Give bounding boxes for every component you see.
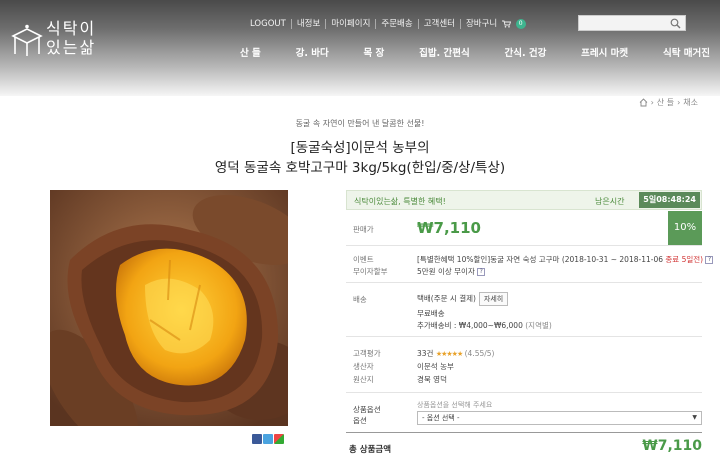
price-row: 판매가 ₩7,110 10% (346, 210, 702, 246)
product-details: 이벤트 [특별한혜택 10%할인]동굴 자연 숙성 고구마 (2018-10-3… (346, 246, 714, 466)
shipping-type: 택배(주문 시 결제) 자세히 (417, 292, 509, 306)
breadcrumb: › 산 들 › 채소 (639, 97, 698, 108)
total-price: ₩7,110 (642, 438, 702, 454)
breadcrumb-subcategory[interactable]: 채소 (683, 97, 698, 108)
breadcrumb-separator: › (650, 98, 654, 107)
event-description: [특별한혜택 10%할인]동굴 자연 숙성 고구마 (2018-10-31 ~ … (417, 255, 663, 264)
google-plus-icon[interactable] (274, 434, 284, 444)
interest-free-value: 5만원 이상 무이자 (417, 267, 475, 276)
orders-link[interactable]: 주문배송 (376, 19, 419, 29)
site-header: 식탁이 있는삶 LOGOUT 내정보 마이페이지 주문배송 고객센터 장바구니 … (0, 0, 720, 96)
option-hint: 상품옵션을 선택해 주세요 (417, 401, 493, 409)
utility-nav: LOGOUT 내정보 마이페이지 주문배송 고객센터 장바구니 0 (250, 17, 531, 31)
sale-price: ₩7,110 (417, 219, 481, 237)
rating-stars: ★★★★★ (435, 350, 463, 358)
twitter-icon[interactable] (263, 434, 273, 444)
promo-text: 식탁이있는삶, 특별한 혜택! (354, 197, 446, 206)
search-input[interactable] (581, 17, 669, 29)
support-link[interactable]: 고객센터 (419, 19, 461, 29)
option-label-2: 옵션 (353, 416, 367, 425)
total-label: 총 상품금액 (349, 445, 392, 455)
review-score: (4.55/5) (464, 349, 495, 358)
nav-item-magazine[interactable]: 식탁 매거진 (663, 45, 710, 59)
interest-free-text: 5만원 이상 무이자 ? (417, 266, 486, 277)
sweet-potato-photo (50, 190, 288, 426)
discount-badge: 10% (668, 211, 702, 245)
nav-item-snack-health[interactable]: 간식. 건강 (504, 45, 546, 59)
shipping-extra-fee: 추가배송비 : ₩4,000~₩6,000 (417, 321, 523, 330)
cart-count-badge: 0 (515, 19, 526, 29)
option-select[interactable]: - 옵션 선택 - ▼ (417, 411, 702, 425)
divider (346, 336, 702, 337)
producer-value: 이문석 농부 (417, 362, 454, 371)
price-label: 판매가 (353, 225, 374, 234)
main-nav: 산 들 강. 바다 목 장 집밥. 간편식 간식. 건강 프레시 마켓 식탁 매… (240, 45, 710, 59)
search-box (578, 15, 686, 31)
breadcrumb-category[interactable]: 산 들 (657, 97, 674, 108)
divider (346, 392, 702, 393)
shipping-free: 무료배송 (417, 309, 445, 318)
event-text: [특별한혜택 10%할인]동굴 자연 숙성 고구마 (2018-10-31 ~ … (417, 254, 714, 265)
review-count: 33건 (417, 349, 434, 358)
share-buttons (252, 434, 284, 444)
divider (346, 432, 702, 433)
nav-item-mountain-field[interactable]: 산 들 (240, 45, 261, 59)
search-icon[interactable] (670, 18, 681, 29)
interest-help-icon[interactable]: ? (477, 268, 486, 276)
interest-free-label: 무이자할부 (353, 267, 388, 276)
site-logo[interactable]: 식탁이 있는삶 (10, 18, 100, 62)
shipping-extra: 추가배송비 : ₩4,000~₩6,000 (지역별) (417, 320, 552, 331)
nav-item-fresh-market[interactable]: 프레시 마켓 (581, 45, 628, 59)
countdown-timer: 5일08:48:24 (639, 192, 700, 208)
product-subtitle: 동굴 속 자연이 만들어 낸 달콤한 선물! (295, 119, 425, 128)
cart-icon (501, 20, 512, 28)
review-label: 고객평가 (353, 349, 381, 358)
nav-item-river-sea[interactable]: 강. 바다 (296, 45, 329, 59)
product-title-line-2: 영덕 동굴속 호박고구마 3kg/5kg(한입/중/상/특상) (214, 160, 506, 176)
cart-link[interactable]: 장바구니 0 (461, 19, 531, 29)
origin-label: 원산지 (353, 375, 374, 384)
logo-wordmark: 식탁이 있는삶 (46, 19, 96, 57)
product-title-line-1: [동굴숙성]이문석 농부의 (290, 140, 430, 156)
logo-line-2: 있는삶 (46, 38, 97, 57)
product-info-panel: 식탁이있는삶, 특별한 혜택! 남은시간 5일08:48:24 판매가 ₩7,1… (346, 190, 702, 246)
breadcrumb-separator: › (677, 98, 681, 107)
event-ending: 종료 5일전) (665, 255, 704, 264)
event-help-icon[interactable]: ? (705, 256, 714, 264)
event-label: 이벤트 (353, 255, 374, 264)
promo-bar: 식탁이있는삶, 특별한 혜택! 남은시간 5일08:48:24 (346, 190, 702, 210)
cart-label: 장바구니 (465, 19, 498, 29)
shipping-detail-button[interactable]: 자세히 (478, 292, 509, 306)
logo-line-1: 식탁이 (46, 19, 97, 38)
shipping-label: 배송 (353, 295, 367, 304)
facebook-icon[interactable] (252, 434, 262, 444)
home-icon[interactable] (639, 98, 648, 107)
remaining-time-label: 남은시간 (595, 197, 625, 206)
shipping-method: 택배(주문 시 결제) (417, 294, 476, 303)
shipping-region: (지역별) (525, 321, 552, 330)
review-summary[interactable]: 33건 ★★★★★ (4.55/5) (417, 348, 494, 359)
myinfo-link[interactable]: 내정보 (292, 19, 327, 29)
origin-value: 경북 영덕 (417, 375, 447, 384)
producer-label: 생산자 (353, 362, 374, 371)
option-label-1: 상품옵션 (353, 405, 381, 414)
nav-item-home-meal[interactable]: 집밥. 간편식 (419, 45, 470, 59)
option-select-value: - 옵션 선택 - (422, 414, 460, 422)
logout-link[interactable]: LOGOUT (250, 19, 292, 29)
chevron-down-icon: ▼ (692, 414, 697, 421)
mypage-link[interactable]: 마이페이지 (326, 19, 377, 29)
product-image (50, 190, 288, 426)
table-logo-icon (11, 24, 43, 56)
nav-item-ranch[interactable]: 목 장 (364, 45, 385, 59)
divider (346, 282, 702, 283)
